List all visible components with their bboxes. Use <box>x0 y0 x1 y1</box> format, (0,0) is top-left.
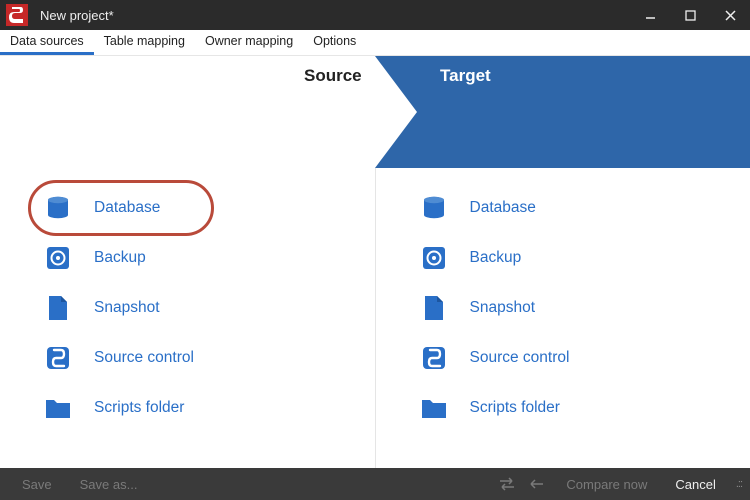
band-target-side <box>375 56 750 168</box>
tab-label: Table mapping <box>104 34 185 48</box>
options-area: Database Backup Snapshot Source control Scri… <box>0 168 750 468</box>
snapshot-icon <box>40 294 76 322</box>
titlebar: New project* <box>0 0 750 30</box>
target-option-snapshot[interactable]: Snapshot <box>416 286 750 330</box>
option-label: Database <box>94 199 160 217</box>
source-control-icon <box>40 345 76 371</box>
maximize-button[interactable] <box>670 0 710 30</box>
tab-options[interactable]: Options <box>303 29 366 55</box>
save-as-button[interactable]: Save as... <box>66 468 152 500</box>
folder-icon <box>40 396 76 420</box>
snapshot-icon <box>416 294 452 322</box>
folder-icon <box>416 396 452 420</box>
tab-data-sources[interactable]: Data sources <box>0 29 94 55</box>
button-label: Cancel <box>675 477 715 492</box>
resize-grip-icon: .:: <box>736 478 742 490</box>
cancel-button[interactable]: Cancel <box>661 477 729 492</box>
option-label: Snapshot <box>94 299 160 317</box>
button-label: Save as... <box>80 477 138 492</box>
backup-icon <box>416 245 452 271</box>
close-button[interactable] <box>710 0 750 30</box>
tab-label: Data sources <box>10 34 84 48</box>
option-label: Source control <box>470 349 570 367</box>
target-option-source-control[interactable]: Source control <box>416 336 750 380</box>
source-option-scripts-folder[interactable]: Scripts folder <box>40 386 375 430</box>
save-button[interactable]: Save <box>8 468 66 500</box>
bottombar: Save Save as... Compare now Cancel .:: <box>0 468 750 500</box>
app-icon <box>6 4 28 26</box>
option-label: Database <box>470 199 536 217</box>
window: New project* Data sources Table mapping … <box>0 0 750 500</box>
compare-now-button[interactable]: Compare now <box>552 468 661 500</box>
target-option-backup[interactable]: Backup <box>416 236 750 280</box>
source-option-snapshot[interactable]: Snapshot <box>40 286 375 330</box>
source-control-icon <box>416 345 452 371</box>
swap-icon[interactable] <box>492 477 522 491</box>
button-label: Compare now <box>566 477 647 492</box>
source-target-band: Source Target <box>0 56 750 168</box>
tabstrip: Data sources Table mapping Owner mapping… <box>0 30 750 56</box>
option-label: Backup <box>94 249 146 267</box>
arrow-left-icon[interactable] <box>522 478 552 490</box>
option-label: Scripts folder <box>94 399 184 417</box>
target-column: Database Backup Snapshot Source control Scri… <box>375 168 750 468</box>
source-option-database[interactable]: Database <box>40 186 375 230</box>
option-label: Source control <box>94 349 194 367</box>
window-title: New project* <box>40 8 114 23</box>
option-label: Scripts folder <box>470 399 560 417</box>
chevron-icon <box>375 56 417 168</box>
tab-label: Owner mapping <box>205 34 293 48</box>
target-option-database[interactable]: Database <box>416 186 750 230</box>
tab-owner-mapping[interactable]: Owner mapping <box>195 29 303 55</box>
window-controls <box>630 0 750 30</box>
option-label: Snapshot <box>470 299 536 317</box>
backup-icon <box>40 245 76 271</box>
source-option-backup[interactable]: Backup <box>40 236 375 280</box>
database-icon <box>40 194 76 222</box>
database-icon <box>416 194 452 222</box>
option-label: Backup <box>470 249 522 267</box>
source-column: Database Backup Snapshot Source control Scri… <box>0 168 375 468</box>
button-label: Save <box>22 477 52 492</box>
tab-table-mapping[interactable]: Table mapping <box>94 29 195 55</box>
target-option-scripts-folder[interactable]: Scripts folder <box>416 386 750 430</box>
tab-label: Options <box>313 34 356 48</box>
minimize-button[interactable] <box>630 0 670 30</box>
source-heading: Source <box>304 66 362 86</box>
target-heading: Target <box>440 66 491 86</box>
source-option-source-control[interactable]: Source control <box>40 336 375 380</box>
